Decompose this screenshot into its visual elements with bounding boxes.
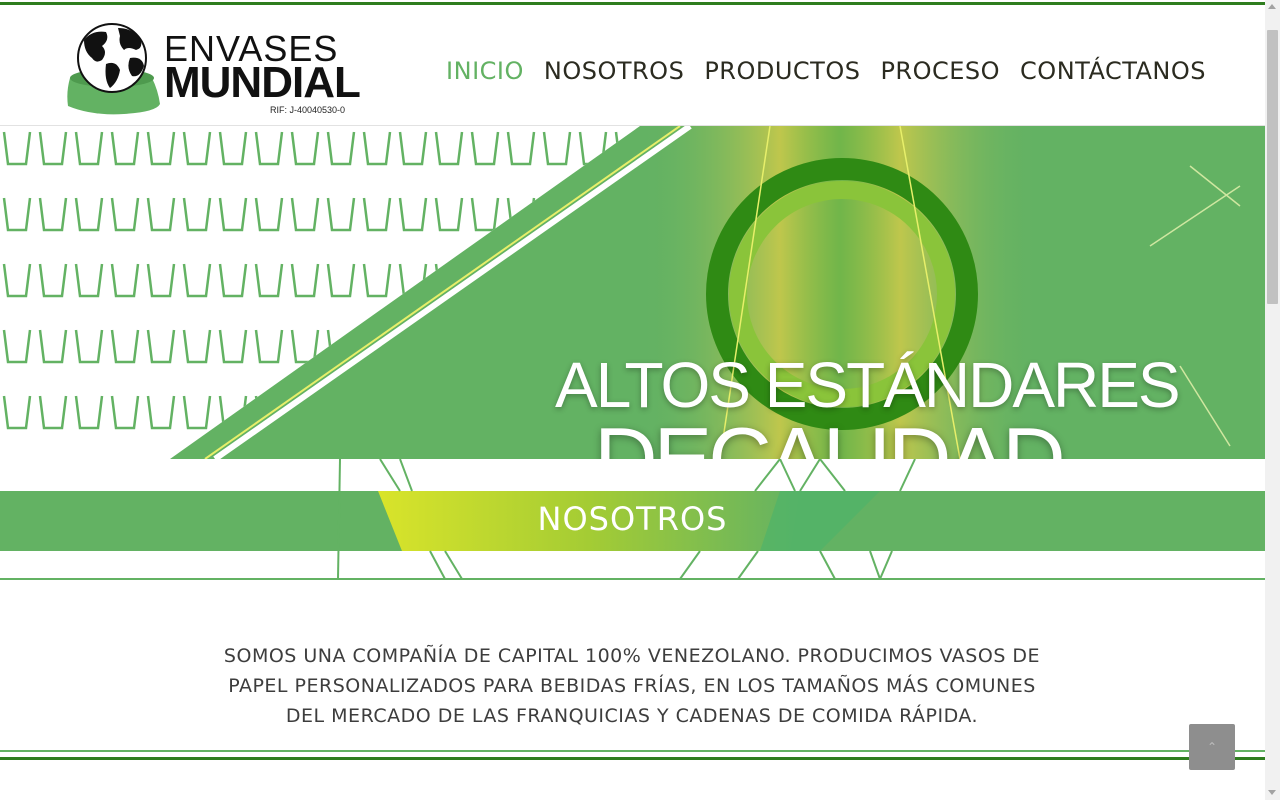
nav-item-contactanos[interactable]: CONTÁCTANOS (1020, 57, 1206, 85)
section-title: NOSOTROS (537, 500, 728, 538)
about-text: SOMOS UNA COMPAÑÍA DE CAPITAL 100% VENEZ… (223, 645, 1041, 727)
nav-item-productos[interactable]: PRODUCTOS (704, 57, 860, 85)
brand-logo[interactable]: ENVASES MUNDIAL RIF: J-40040530-0 (62, 20, 362, 115)
footer-divider-light (0, 750, 1265, 752)
brand-rif: RIF: J-40040530-0 (270, 105, 346, 115)
back-to-top-button[interactable]: ⌃ (1189, 724, 1235, 770)
hero-banner: ALTOS ESTÁNDARES DECALIDAD (0, 126, 1265, 459)
nav-item-nosotros[interactable]: NOSOTROS (544, 57, 684, 85)
brand-name-line2: MUNDIAL (164, 58, 361, 107)
scrollbar-thumb[interactable] (1267, 30, 1278, 304)
hero-title-line2: DECALIDAD (594, 409, 1066, 459)
globe-cup-icon (67, 23, 160, 115)
site-header: ENVASES MUNDIAL RIF: J-40040530-0 INICIO… (0, 5, 1265, 126)
main-nav: INICIO NOSOTROS PRODUCTOS PROCESO CONTÁC… (446, 57, 1206, 85)
chevron-up-icon: ⌃ (1206, 740, 1218, 754)
nav-item-proceso[interactable]: PROCESO (880, 57, 1000, 85)
page: ENVASES MUNDIAL RIF: J-40040530-0 INICIO… (0, 0, 1265, 800)
footer-divider-dark (0, 757, 1265, 760)
nav-item-inicio[interactable]: INICIO (446, 57, 524, 85)
scroll-up-arrow-icon[interactable] (1268, 4, 1276, 9)
scroll-down-arrow-icon[interactable] (1268, 790, 1276, 795)
